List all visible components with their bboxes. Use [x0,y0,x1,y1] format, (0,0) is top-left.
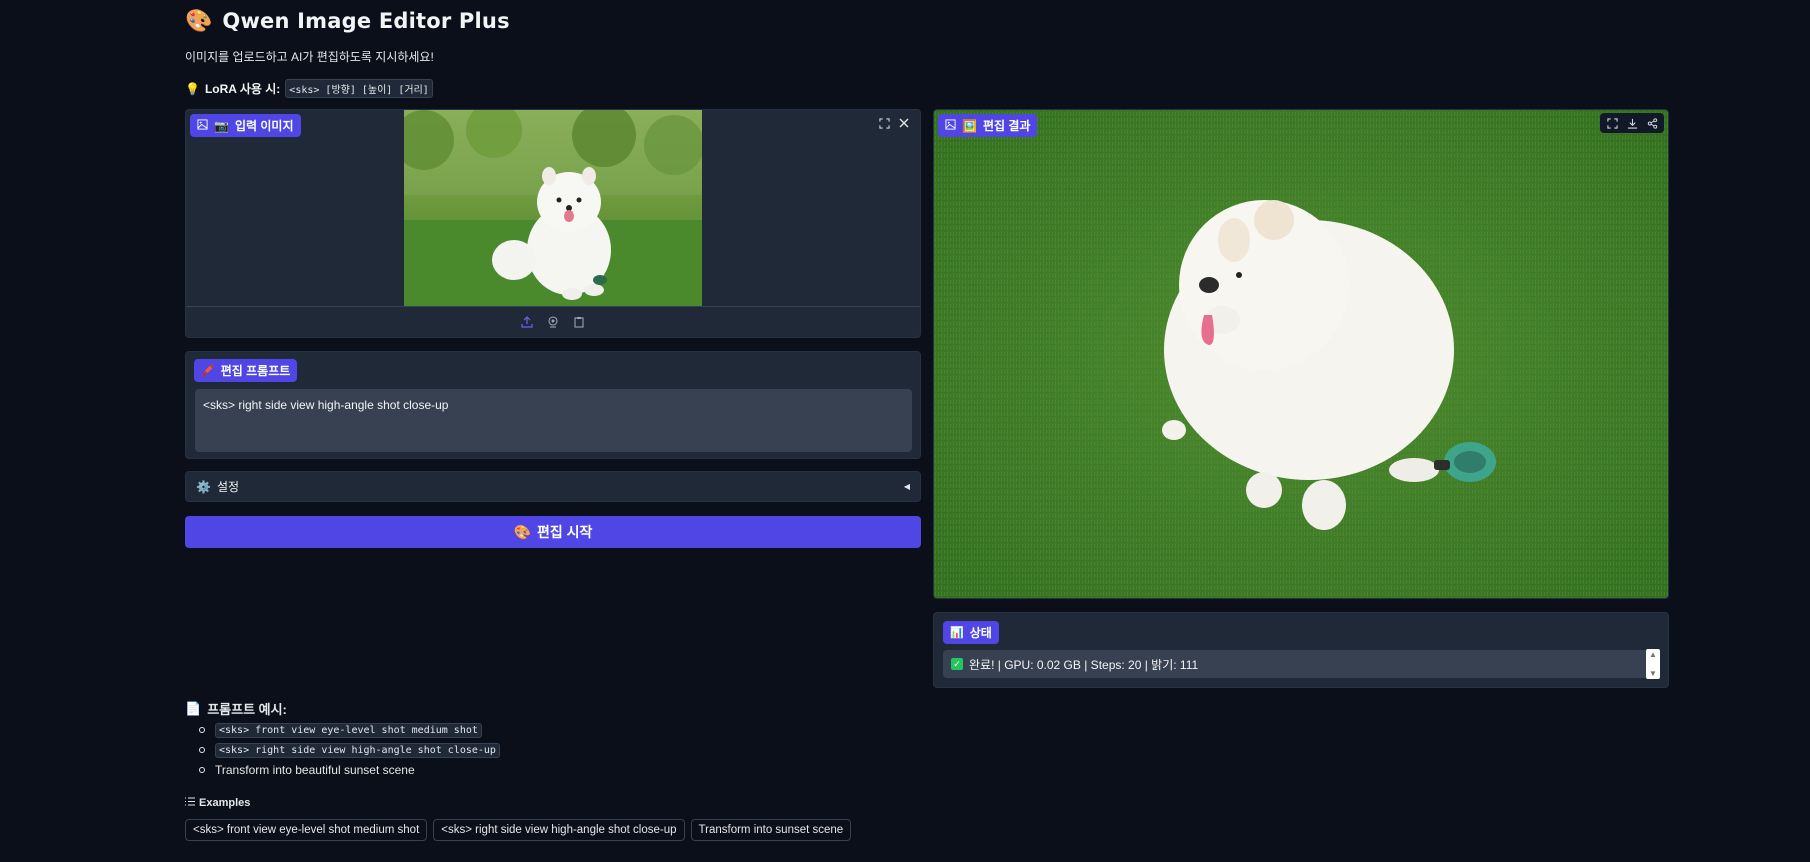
settings-label: 설정 [216,480,240,494]
download-icon[interactable] [1623,115,1641,131]
output-image-panel: 🖼️ 편집 결과 [933,109,1669,599]
examples-heading: Examples [185,797,250,809]
prompt-example-code: <sks> front view eye-level shot medium s… [215,722,482,738]
webcam-icon[interactable] [545,314,561,330]
palette-icon: 🎨 [185,8,213,33]
input-image-tools [872,113,916,133]
list-item: Transform into beautiful sunset scene [199,760,500,780]
example-button[interactable]: <sks> front view eye-level shot medium s… [185,819,428,841]
image-icon [197,118,208,133]
page-title: 🎨 Qwen Image Editor Plus [185,8,510,34]
bar-chart-icon: 📊 [950,627,964,639]
status-textbox[interactable]: ✓ 완료! | GPU: 0.02 GB | Steps: 20 | 밝기: 1… [943,650,1660,678]
status-panel: 📊 상태 ✓ 완료! | GPU: 0.02 GB | Steps: 20 | … [933,612,1669,688]
prompt-examples-heading: 📄 프롬프트 예시: [185,699,287,718]
input-image [404,110,702,306]
input-image-badge: 📷 입력 이미지 [190,114,301,137]
gear-icon: ⚙️ [196,479,211,494]
upload-icon[interactable] [519,314,535,330]
check-icon: ✓ [951,658,963,670]
arrow-up-icon[interactable]: ▲ [1649,650,1657,659]
settings-accordion[interactable]: ⚙️ 설정 ◀ [185,471,921,502]
example-button[interactable]: Transform into sunset scene [690,819,852,841]
tip-label: LoRA 사용 시: [204,82,281,96]
example-button[interactable]: <sks> right side view high-angle shot cl… [433,819,685,841]
input-image-label: 입력 이미지 [234,119,294,133]
prompt-panel: 🖍️ 편집 프롬프트 <sks> right side view high-an… [185,351,921,459]
list-icon [185,797,195,809]
palette-icon: 🎨 [513,523,531,540]
status-text: 완료! | GPU: 0.02 GB | Steps: 20 | 밝기: 111 [969,657,1199,672]
status-label: 상태 [969,626,992,640]
list-item: <sks> front view eye-level shot medium s… [199,720,500,740]
subtitle: 이미지를 업로드하고 AI가 편집하도록 지시하세요! [185,50,434,64]
run-edit-button[interactable]: 🎨 편집 시작 [185,516,921,548]
input-image-panel[interactable]: 📷 입력 이미지 [185,109,921,338]
fullscreen-icon[interactable] [875,115,893,131]
bullet-icon [199,747,205,753]
close-icon[interactable] [895,115,913,131]
status-badge: 📊 상태 [943,621,999,644]
fullscreen-icon[interactable] [1603,115,1621,131]
examples-buttons: <sks> front view eye-level shot medium s… [185,819,852,841]
status-scroll-spinner[interactable]: ▲ ▼ [1646,649,1660,679]
crayon-icon: 🖍️ [201,365,215,377]
prompt-label: 편집 프롬프트 [220,364,291,378]
framed-picture-icon: 🖼️ [962,118,977,133]
output-image-label: 편집 결과 [982,119,1031,133]
image-icon [945,118,956,133]
prompt-example-code: <sks> right side view high-angle shot cl… [215,742,500,758]
run-edit-label: 편집 시작 [537,524,593,540]
output-image-badge: 🖼️ 편집 결과 [938,114,1038,137]
clipboard-icon[interactable] [571,314,587,330]
prompt-textarea[interactable]: <sks> right side view high-angle shot cl… [195,389,912,452]
prompt-example-text: Transform into beautiful sunset scene [215,763,415,777]
lora-tip: 💡 LoRA 사용 시: <sks> [방향] [높이] [거리] [185,79,433,98]
document-icon: 📄 [185,700,202,716]
prompt-examples-list: <sks> front view eye-level shot medium s… [199,720,500,780]
chevron-left-icon: ◀ [903,482,910,491]
app-container: 🎨 Qwen Image Editor Plus 이미지를 업로드하고 AI가 … [185,0,1669,862]
share-icon[interactable] [1643,115,1661,131]
arrow-down-icon[interactable]: ▼ [1649,669,1657,678]
camera-icon: 📷 [214,118,229,133]
tip-code: <sks> [방향] [높이] [거리] [285,79,433,98]
lightbulb-icon: 💡 [185,81,200,96]
settings-title: ⚙️ 설정 [196,478,239,495]
app-title: Qwen Image Editor Plus [222,9,510,33]
output-image-tools [1600,113,1664,133]
prompt-badge: 🖍️ 편집 프롬프트 [194,359,298,382]
examples-title: Examples [199,797,251,809]
list-item: <sks> right side view high-angle shot cl… [199,740,500,760]
output-image [934,110,1668,598]
input-image-source-bar [186,306,920,337]
prompt-examples-title: 프롬프트 예시: [207,702,287,717]
bullet-icon [199,767,205,773]
bullet-icon [199,727,205,733]
